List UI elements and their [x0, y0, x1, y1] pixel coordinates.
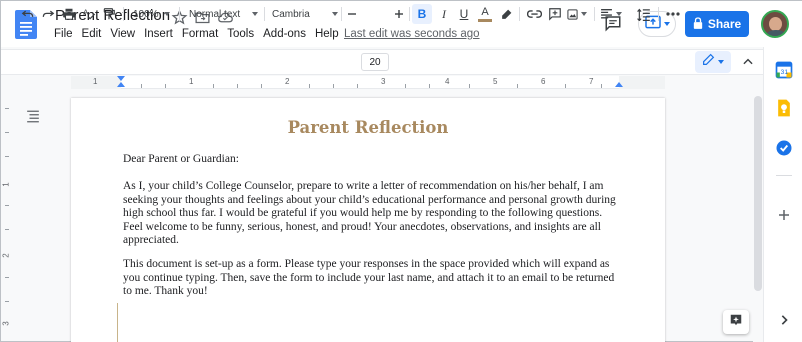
ruler-number: 1: [189, 77, 194, 86]
menu-bar: File Edit View Insert Format Tools Add-o…: [54, 28, 348, 40]
bold-button[interactable]: B: [412, 4, 432, 24]
menu-file[interactable]: File: [54, 28, 78, 40]
zoom-value: 100%: [133, 8, 159, 20]
zoom-select[interactable]: 100%: [129, 4, 173, 24]
tasks-icon[interactable]: [774, 138, 794, 158]
menu-edit[interactable]: Edit: [82, 28, 107, 40]
first-line-indent-marker[interactable]: [117, 76, 125, 81]
chevron-down-icon: [718, 60, 724, 64]
decrease-font-size-button[interactable]: [344, 4, 360, 24]
chevron-down-icon: [616, 12, 622, 16]
calendar-icon[interactable]: 31: [774, 60, 794, 80]
insert-image-icon[interactable]: [567, 4, 587, 24]
collapse-toolbar-icon[interactable]: [741, 55, 755, 69]
add-icon[interactable]: [774, 205, 794, 225]
text-color-swatch: [478, 18, 492, 22]
ruler-number: 1: [93, 77, 98, 86]
side-panel: 31: [763, 47, 802, 342]
link-icon[interactable]: [524, 4, 544, 24]
form-field-border: [117, 303, 118, 342]
explore-icon: [729, 313, 743, 332]
menu-tools[interactable]: Tools: [227, 28, 259, 40]
instructions-paragraph: This document is set-up as a form. Pleas…: [123, 258, 615, 297]
editing-pencil-icon: [702, 53, 715, 71]
ruler-number: 1: [1, 182, 11, 187]
increase-font-size-button[interactable]: [391, 4, 407, 24]
document-page[interactable]: Parent Reflection Dear Parent or Guardia…: [71, 98, 665, 342]
chevron-down-icon: [163, 12, 170, 16]
share-button[interactable]: Share: [685, 11, 749, 37]
menu-help[interactable]: Help: [315, 28, 344, 40]
ruler-number: 2: [1, 253, 11, 258]
ruler-number: 7: [589, 77, 594, 86]
menu-view[interactable]: View: [110, 28, 140, 40]
ruler-number: 5: [493, 77, 498, 86]
intro-paragraph: As I, your child’s College Counselor, pr…: [123, 180, 616, 246]
insert-comment-icon[interactable]: [546, 4, 564, 24]
greeting-paragraph: Dear Parent or Guardian:: [123, 153, 239, 165]
align-icon[interactable]: [599, 4, 623, 24]
document-outline-icon[interactable]: [26, 110, 40, 123]
text-color-button[interactable]: A: [475, 4, 495, 24]
chevron-down-icon: [252, 12, 259, 16]
avatar[interactable]: [761, 10, 789, 38]
font-value: Cambria: [272, 8, 310, 20]
redo-icon[interactable]: [39, 4, 57, 24]
last-edit-link[interactable]: Last edit was seconds ago: [344, 28, 480, 40]
document-heading: Parent Reflection: [287, 118, 449, 137]
menu-insert[interactable]: Insert: [144, 28, 178, 40]
svg-text:A: A: [83, 8, 89, 17]
explore-button[interactable]: [723, 310, 749, 334]
vertical-ruler[interactable]: 1 2 3: [1, 90, 14, 342]
ruler-number: 3: [1, 321, 11, 326]
font-size-input[interactable]: 20: [361, 53, 389, 71]
lock-icon: [693, 16, 703, 32]
italic-button[interactable]: I: [434, 4, 454, 24]
keep-icon[interactable]: [774, 98, 794, 118]
ruler-number: 3: [381, 77, 386, 86]
spellcheck-icon[interactable]: A: [80, 4, 98, 24]
left-indent-marker[interactable]: [117, 82, 125, 87]
ruler-number: 4: [445, 77, 450, 86]
style-select[interactable]: Normal text: [185, 4, 261, 24]
menu-add-ons[interactable]: Add-ons: [263, 28, 311, 40]
chevron-down-icon: [581, 12, 587, 16]
ruler-number: 2: [285, 77, 290, 86]
font-select[interactable]: Cambria: [269, 4, 339, 24]
undo-icon[interactable]: [19, 4, 37, 24]
svg-text:31: 31: [781, 69, 789, 76]
share-label: Share: [707, 17, 742, 31]
more-icon[interactable]: [663, 4, 683, 24]
highlight-pen-icon[interactable]: [497, 4, 515, 24]
underline-button[interactable]: U: [454, 4, 474, 24]
right-indent-marker[interactable]: [615, 82, 623, 87]
horizontal-ruler[interactable]: 1 1 2 3 4 5 6 7: [71, 76, 665, 89]
menu-format[interactable]: Format: [182, 28, 223, 40]
chevron-down-icon: [331, 12, 338, 16]
editing-mode-button[interactable]: [695, 51, 731, 73]
line-spacing-icon[interactable]: [634, 4, 654, 24]
style-value: Normal text: [189, 8, 241, 20]
app-window: Parent Reflection File Edit View Insert …: [0, 0, 802, 342]
paint-format-icon[interactable]: [100, 4, 118, 24]
ruler-number: 6: [541, 77, 546, 86]
expand-icon[interactable]: [774, 310, 794, 330]
print-icon[interactable]: [60, 4, 78, 24]
text-color-letter: A: [481, 5, 489, 18]
scrollbar-thumb[interactable]: [754, 96, 762, 291]
